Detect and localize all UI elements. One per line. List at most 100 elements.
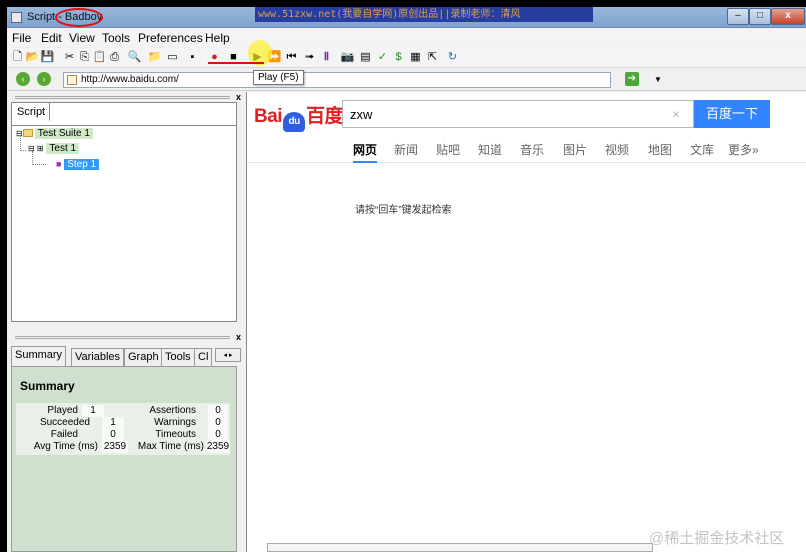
app-icon [11,12,22,23]
maximize-button[interactable]: □ [749,8,771,25]
nav-zhidao[interactable]: 知道 [478,141,502,158]
screenshot-icon[interactable]: 📷 [340,49,355,65]
nav-news[interactable]: 新闻 [394,141,418,158]
page-icon [67,75,77,85]
search-nav: 网页 新闻 贴吧 知道 音乐 图片 视频 地图 文库 更多» [247,139,806,163]
watermark: @稀土掘金技术社区 [649,530,785,547]
search-button[interactable]: 百度一下 [694,100,770,128]
copy-icon[interactable]: ⎘ [77,49,92,65]
dollar-icon[interactable]: $ [391,49,406,65]
minimize-button[interactable]: – [727,8,749,25]
nav-images[interactable]: 图片 [563,141,587,158]
red-annotation-underline [208,62,264,64]
tab-summary[interactable]: Summary [11,346,67,366]
print-icon[interactable]: ⎙ [107,49,122,65]
summary-title: Summary [20,379,75,393]
add-suite-icon[interactable]: 📁 [147,49,162,65]
chevron-down-icon[interactable]: ▼ [654,75,662,84]
new-icon[interactable]: 🗋 [10,49,25,65]
forward-icon[interactable]: › [37,72,51,86]
badboy-window: Script - Badboy www.51zxw.net(我要自学网)原创出品… [7,7,806,552]
search-value: zxw [350,107,373,122]
export-icon[interactable]: ⇱ [425,49,440,65]
form-icon[interactable]: ▤ [358,49,373,65]
add-test-icon[interactable]: ▭ [165,49,180,65]
menu-preferences[interactable]: Preferences [138,31,203,45]
summary-value: 1 [82,405,104,417]
menu-tools[interactable]: Tools [102,31,130,45]
splitter-grip[interactable] [15,336,230,339]
summary-label: Max Time (ms) [137,441,204,452]
tab-script[interactable]: Script [12,103,51,121]
summary-value: 0 [102,429,124,441]
baidu-logo[interactable]: Bai du 百度 [254,101,344,132]
summary-label: Timeouts [155,429,196,440]
url-text: http://www.baidu.com/ [81,74,179,85]
nav-tieba[interactable]: 贴吧 [436,141,460,158]
title-bar: Script - Badboy www.51zxw.net(我要自学网)原创出品… [7,7,806,28]
close-button[interactable]: x [771,8,805,25]
script-tree: ⊟ Test Suite 1 ⊟ ⊞ Test 1 ■ Step 1 [12,125,237,320]
nav-wenku[interactable]: 文库 [690,141,714,158]
step-forward-icon[interactable]: ➟ [302,49,317,65]
left-panel: x Script ⊟ Test Suite 1 ⊟ ⊞ Test 1 ■ Step… [7,92,244,552]
back-icon[interactable]: ‹ [16,72,30,86]
nav-map[interactable]: 地图 [648,141,672,158]
nav-web[interactable]: 网页 [353,141,377,158]
browser-pane: Bai du 百度 zxw × 百度一下 网页 新闻 贴吧 知道 音乐 图片 视频 … [246,92,806,552]
summary-label: Failed [50,429,78,440]
pause-icon[interactable]: Ⅱ [319,49,334,65]
active-tab-underline [353,161,377,163]
menu-help[interactable]: Help [205,31,230,45]
splitter-grip[interactable] [15,96,230,99]
tree-node-step[interactable]: ■ Step 1 [56,159,100,170]
summary-value: 0 [208,417,228,429]
tab-graph[interactable]: Graph [124,348,163,366]
summary-value: 1 [102,417,124,429]
menu-edit[interactable]: Edit [41,31,62,45]
rewind-icon[interactable]: ⏮ [284,49,299,65]
summary-value: 0 [208,429,228,441]
find-icon[interactable]: 🔍 [127,49,142,65]
nav-video[interactable]: 视频 [605,141,629,158]
tree-node-suite[interactable]: ⊟ Test Suite 1 [16,128,93,139]
summary-value: 2359 [206,441,230,453]
tab-variables[interactable]: Variables [71,348,125,366]
go-icon[interactable]: ➔ [625,72,639,86]
paw-icon: du [283,112,306,132]
cut-icon[interactable]: ✂ [62,49,77,65]
search-hint: 请按“回车”键发起检索 [355,205,452,216]
close-icon[interactable]: x [236,92,241,102]
refresh-icon[interactable]: ↻ [445,49,460,65]
logo-text: 百度 [306,106,344,127]
summary-label: Succeeded [39,417,90,428]
search-input[interactable]: zxw × [342,100,694,128]
script-panel-header: x [7,92,244,102]
menu-view[interactable]: View [69,31,95,45]
add-step-icon[interactable]: ▪ [185,49,200,65]
close-icon[interactable]: x [236,332,241,342]
summary-panel-header: x [7,332,244,342]
report-icon[interactable]: ▦ [408,49,423,65]
summary-panel: Summary Played 1 Assertions 0 Succeeded … [11,366,237,552]
nav-music[interactable]: 音乐 [520,141,544,158]
paste-icon[interactable]: 📋 [92,49,107,65]
menu-file[interactable]: File [12,31,31,45]
url-input[interactable]: http://www.baidu.com/ ▼ [63,72,662,88]
nav-more[interactable]: 更多» [728,141,759,158]
checkmark-icon[interactable]: ✓ [375,49,390,65]
summary-label: Played [47,405,78,416]
horizontal-scrollbar[interactable] [267,543,653,552]
tab-cl[interactable]: Cl [194,348,213,366]
summary-label: Warnings [154,417,196,428]
tree-node-test[interactable]: ⊟ ⊞ Test 1 [28,143,80,154]
summary-value: 0 [208,405,228,417]
save-icon[interactable]: 💾 [40,49,55,65]
open-icon[interactable]: 📂 [25,49,40,65]
watermark-banner: www.51zxw.net(我要自学网)原创出品||录制老师：清风 [255,7,593,22]
summary-tabs: Summary Variables Graph Tools Cl ◂ ▸ [11,346,241,366]
tab-scroll-arrows[interactable]: ◂ ▸ [215,348,241,362]
step-icon: ■ [56,159,62,169]
tab-tools[interactable]: Tools [161,348,195,366]
clear-icon[interactable]: × [672,106,680,122]
